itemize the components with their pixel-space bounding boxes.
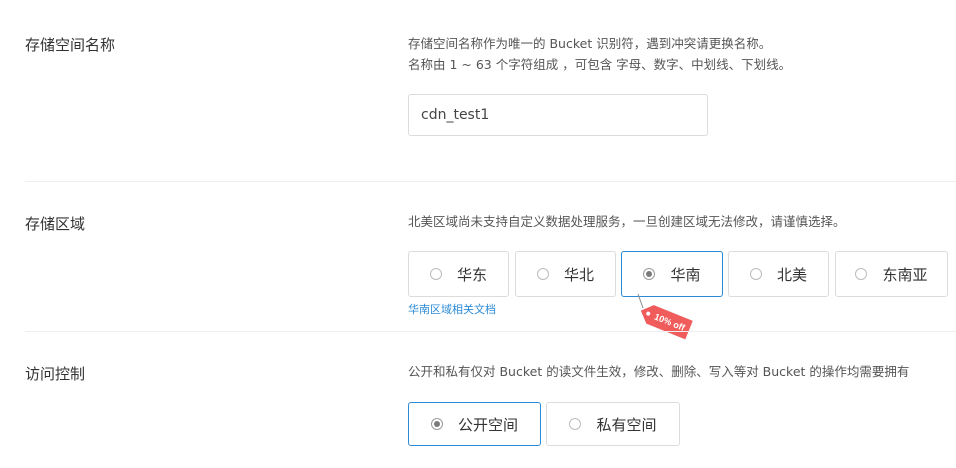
region-option-label: 华南 [670,265,701,284]
radio-circle-icon [429,268,442,280]
bucket-name-desc-line2: 名称由 1 ~ 63 个字符组成 ，可包含 字母、数字、中划线、下划线。 [408,57,792,72]
region-option-beimei[interactable]: 北美 [728,251,829,297]
bucket-name-input[interactable]: cdn_test1 [408,94,708,136]
access-option-public[interactable]: 公开空间 [408,402,541,446]
region-option-huadong[interactable]: 华东 [408,251,509,297]
region-doc-link[interactable]: 华南区域相关文档 [408,301,496,317]
access-label: 访问控制 [25,365,86,383]
region-option-huanan[interactable]: 华南 [621,251,723,297]
access-option-label: 公开空间 [457,415,518,434]
radio-circle-icon [855,268,868,280]
region-option-huabei[interactable]: 华北 [515,251,616,297]
tag-string [637,293,644,309]
region-option-label: 华东 [456,265,487,284]
region-option-label: 华北 [563,265,594,284]
region-option-dongnanya[interactable]: 东南亚 [835,251,948,297]
access-option-label: 私有空间 [596,415,657,434]
divider-1 [25,181,956,182]
bucket-name-description: 存储空间名称作为唯一的 Bucket 识别符，遇到冲突请更换名称。 名称由 1 … [408,33,791,75]
discount-tag-icon: 10% off [637,293,693,340]
radio-circle-icon [569,418,582,430]
region-option-label: 北美 [776,265,807,284]
radio-circle-icon [749,268,762,280]
region-option-label: 东南亚 [882,265,928,284]
access-description: 公开和私有仅对 Bucket 的读文件生效，修改、删除、写入等对 Bucket … [408,364,910,379]
radio-selected-icon [643,268,656,280]
access-option-private[interactable]: 私有空间 [546,402,680,446]
region-description: 北美区域尚未支持自定义数据处理服务，一旦创建区域无法修改，请谨慎选择。 [408,214,846,229]
radio-selected-icon [430,418,443,430]
region-label: 存储区域 [25,215,86,233]
bucket-name-label: 存储空间名称 [25,36,116,54]
radio-circle-icon [536,268,549,280]
bucket-name-desc-line1: 存储空间名称作为唯一的 Bucket 识别符，遇到冲突请更换名称。 [408,36,772,51]
divider-2 [25,331,956,332]
